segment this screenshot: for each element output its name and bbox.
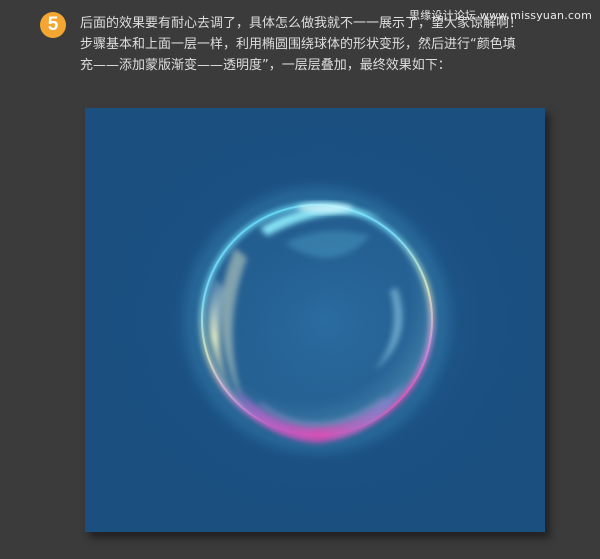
step-line-3: 充——添加蒙版渐变——透明度”，一层层叠加，最终效果如下： [80, 58, 451, 73]
step-number-badge: 5 [40, 12, 66, 38]
step-description: 后面的效果要有耐心去调了，具体怎么做我就不一一展示了，望大家谅解啊！ 步骤基本和… [80, 13, 560, 76]
step-line-1: 后面的效果要有耐心去调了，具体怎么做我就不一一展示了，望大家谅解啊！ [80, 16, 523, 31]
sparkle-highlight [297, 203, 353, 213]
result-image [85, 108, 545, 532]
bubble-illustration [85, 108, 545, 532]
step-line-2: 步骤基本和上面一层一样，利用椭圆围绕球体的形状变形，然后进行“颜色填 [80, 37, 516, 52]
